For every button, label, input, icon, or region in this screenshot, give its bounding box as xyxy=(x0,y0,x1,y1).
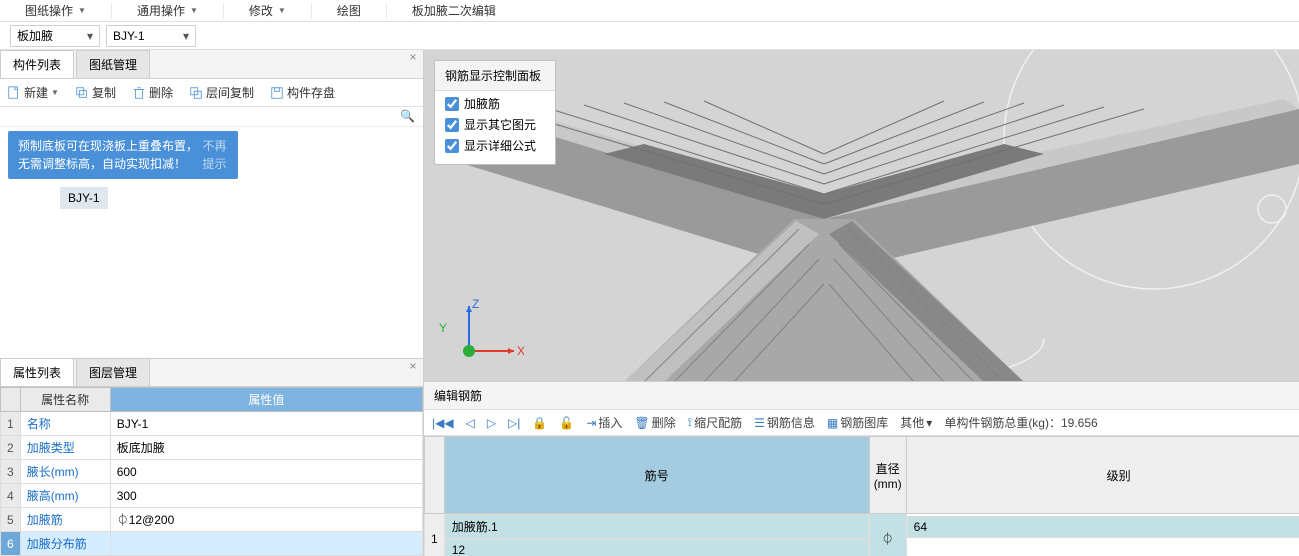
save-component-button[interactable]: 构件存盘 xyxy=(267,82,338,103)
col-prop-value: 属性值 xyxy=(110,388,422,412)
select-component-type[interactable]: 板加腋 xyxy=(10,25,100,47)
search-icon[interactable]: 🔍 xyxy=(400,109,415,123)
col-diameter[interactable]: 直径(mm) xyxy=(869,437,906,514)
delete-button[interactable]: 删除 xyxy=(129,82,176,103)
delete-rebar-button[interactable]: 🗑 删除 xyxy=(634,414,675,431)
rebar-info-button[interactable]: ☰ 钢筋信息 xyxy=(754,414,815,431)
nav-first-icon[interactable]: |◀◀ xyxy=(432,416,454,430)
rebar-editor-title: 编辑钢筋 xyxy=(424,382,1299,410)
svg-text:Z: Z xyxy=(472,297,479,311)
new-icon xyxy=(7,86,21,100)
copy-button[interactable]: 复制 xyxy=(72,82,119,103)
layer-copy-button[interactable]: 层间复制 xyxy=(186,82,257,103)
3d-viewport[interactable]: 钢筋显示控制面板 加腋筋 显示其它图元 显示详细公式 Z X Y xyxy=(424,50,1299,381)
col-bar-id[interactable]: 筋号 xyxy=(444,437,869,514)
new-button[interactable]: 新建▼ xyxy=(4,82,62,103)
lock-icon[interactable]: 🔒 xyxy=(532,416,547,430)
tab-component-list[interactable]: 构件列表 xyxy=(0,50,74,78)
hint-text: 预制底板可在现浇板上重叠布置，无需调整标高，自动实现扣减！ xyxy=(18,137,203,173)
rebar-row-1[interactable]: 1 加腋筋.1 12 ⏀ 64 234 1091 256 xyxy=(425,514,1299,556)
tab-property-list[interactable]: 属性列表 xyxy=(0,359,74,386)
prop-row-haunch-len[interactable]: 3腋长(mm)600 xyxy=(1,460,423,484)
axis-gizmo: Z X Y xyxy=(439,296,524,366)
close-icon[interactable]: × xyxy=(403,359,423,386)
other-dropdown[interactable]: 其他 ▾ xyxy=(900,414,932,431)
menu-draw[interactable]: 绘图 xyxy=(312,2,386,19)
menu-haunch-edit[interactable]: 板加腋二次编辑 xyxy=(387,2,521,19)
prop-row-haunch-height[interactable]: 4腋高(mm)300 xyxy=(1,484,423,508)
rebar-display-panel: 钢筋显示控制面板 加腋筋 显示其它图元 显示详细公式 xyxy=(434,60,556,165)
menu-modify[interactable]: 修改 xyxy=(224,2,311,19)
menu-general-ops[interactable]: 通用操作 xyxy=(112,2,223,19)
checkbox-detail-formula[interactable]: 显示详细公式 xyxy=(435,133,555,154)
unlock-icon[interactable]: 🔓 xyxy=(559,416,574,430)
nav-prev-icon[interactable]: ◁ xyxy=(466,416,475,430)
tab-layer-mgmt[interactable]: 图层管理 xyxy=(76,359,150,386)
prop-row-name[interactable]: 1名称BJY-1 xyxy=(1,412,423,436)
rebar-library-button[interactable]: ▦ 钢筋图库 xyxy=(827,414,888,431)
prop-row-haunch-type[interactable]: 2加腋类型板底加腋 xyxy=(1,436,423,460)
save-icon xyxy=(270,86,284,100)
nav-next-icon[interactable]: ▷ xyxy=(487,416,496,430)
nav-last-icon[interactable]: ▷| xyxy=(508,416,520,430)
tree-node-bjy1[interactable]: BJY-1 xyxy=(60,187,108,209)
tab-drawing-mgmt[interactable]: 图纸管理 xyxy=(76,50,150,78)
trash-icon xyxy=(132,86,146,100)
scale-rebar-button[interactable]: ⟟ 缩尺配筋 xyxy=(688,414,742,431)
hint-tooltip: 预制底板可在现浇板上重叠布置，无需调整标高，自动实现扣减！ 不再提示 xyxy=(8,131,238,179)
select-component-instance-value: BJY-1 xyxy=(113,29,145,43)
copy-icon xyxy=(75,86,89,100)
property-table: 属性名称 属性值 1名称BJY-1 2加腋类型板底加腋 3腋长(mm)600 4… xyxy=(0,387,423,556)
select-component-type-value: 板加腋 xyxy=(17,27,53,44)
prop-row-haunch-bar[interactable]: 5加腋筋⏀12@200 xyxy=(1,508,423,532)
col-prop-name: 属性名称 xyxy=(20,388,110,412)
panel-title: 钢筋显示控制面板 xyxy=(435,61,555,91)
rebar-weight-label: 单构件钢筋总重(kg)：19.656 xyxy=(944,414,1097,431)
layer-copy-icon xyxy=(189,86,203,100)
rebar-table: 筋号 直径(mm) 级别 图号 图形 计算公式 公式描述 长度 根数 搭接 损 … xyxy=(424,436,1299,556)
checkbox-haunch-bar[interactable]: 加腋筋 xyxy=(435,91,555,112)
checkbox-other-elements[interactable]: 显示其它图元 xyxy=(435,112,555,133)
svg-text:Y: Y xyxy=(439,321,447,335)
prop-row-dist-bar[interactable]: 6加腋分布筋 xyxy=(1,532,423,556)
svg-text:X: X xyxy=(517,344,524,358)
select-component-instance[interactable]: BJY-1 xyxy=(106,25,196,47)
col-grade[interactable]: 级别 xyxy=(906,437,1299,514)
hint-dismiss-link[interactable]: 不再提示 xyxy=(203,137,228,173)
menu-drawing-ops[interactable]: 图纸操作 xyxy=(0,2,111,19)
insert-button[interactable]: ⇥ 插入 xyxy=(586,414,622,431)
close-icon[interactable]: × xyxy=(403,50,423,78)
